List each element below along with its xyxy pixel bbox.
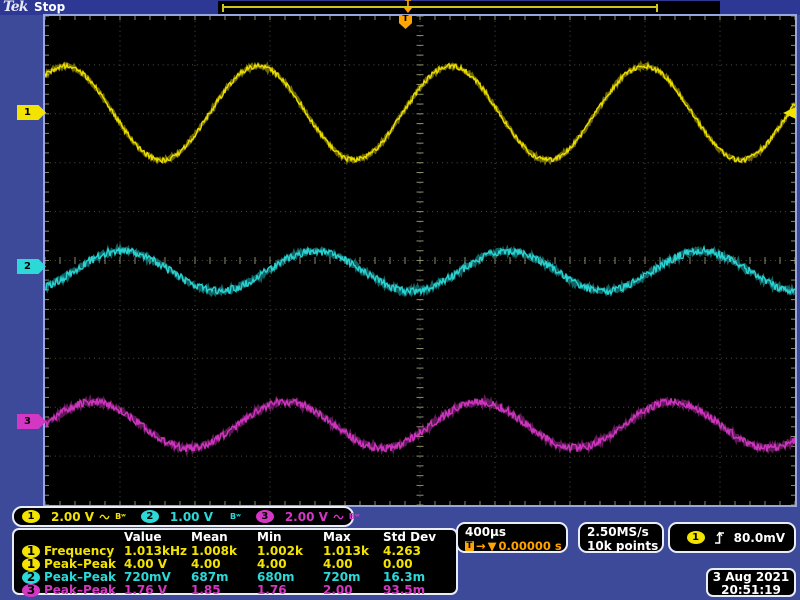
record-view-strip[interactable]: T <box>218 0 720 14</box>
measurement-row-ch3-peakpeak: 3 Peak–Peak 1.76 V 1.85 1.76 2.00 93.5m <box>20 583 456 597</box>
bandwidth-icon: Bʷ <box>115 511 126 521</box>
datetime-box: 3 Aug 2021 20:51:19 <box>706 568 796 597</box>
bandwidth-icon: Bʷ <box>229 511 241 521</box>
oscilloscope-screen: Tek Stop T T 1 2 3 1 2.00 V Bʷ 2 1.00 V … <box>0 0 800 600</box>
measurement-table: Value Mean Min Max Std Dev 1 Frequency 1.… <box>12 528 458 597</box>
ch1-ground-marker[interactable]: 1 <box>17 105 46 120</box>
arrow-right-icon: → <box>476 539 486 553</box>
acquisition-settings-box[interactable]: 2.50MS/s 10k points <box>578 522 664 553</box>
bandwidth-icon: Bʷ <box>348 511 360 521</box>
ch1-badge: 1 <box>22 544 40 558</box>
waveform-display-area <box>43 14 797 507</box>
sine-icon <box>99 512 110 522</box>
waveform-svg <box>45 16 795 505</box>
record-length: 10k points <box>587 539 659 553</box>
trigger-settings-box[interactable]: 1 80.0mV <box>668 522 796 553</box>
time-per-div: 400µs <box>465 525 507 539</box>
ch2-badge[interactable]: 2 <box>140 510 159 523</box>
acquisition-status: Stop <box>34 0 66 14</box>
triangle-down-icon: ▼ <box>487 539 497 553</box>
ch3-ground-marker[interactable]: 3 <box>17 414 46 429</box>
ch3-badge: 3 <box>22 583 40 597</box>
measurement-header-row: Value Mean Min Max Std Dev <box>124 530 437 544</box>
rising-edge-icon <box>714 530 725 545</box>
record-window-left-bracket <box>222 4 224 12</box>
trigger-t-icon: T <box>465 541 474 551</box>
top-status-bar: Tek Stop T <box>0 0 800 15</box>
record-window-indicator <box>222 4 658 12</box>
time-label: 20:51:19 <box>721 583 781 597</box>
ch3-badge[interactable]: 3 <box>255 510 274 523</box>
measurement-row-ch1-peakpeak: 1 Peak–Peak 4.00 V 4.00 4.00 4.00 0.00 <box>20 557 456 571</box>
record-window-right-bracket <box>656 4 658 12</box>
measurement-row-ch1-frequency: 1 Frequency 1.013kHz 1.008k 1.002k 1.013k 4… <box>20 544 456 558</box>
sample-rate: 2.50MS/s <box>587 525 649 539</box>
measurement-row-ch2-peakpeak: 2 Peak–Peak 720mV 687m 680m 720m 16.3m <box>20 570 456 584</box>
ch2-ground-marker[interactable]: 2 <box>17 259 46 274</box>
ch1-scale: 2.00 V <box>51 509 95 524</box>
record-window-bar <box>222 6 658 8</box>
trigger-level: 80.0mV <box>733 530 785 545</box>
sine-icon <box>333 512 344 522</box>
ch1-badge[interactable]: 1 <box>22 510 40 523</box>
trigger-source-badge: 1 <box>686 531 705 544</box>
record-trigger-position-icon: T <box>402 0 414 14</box>
ch3-scale: 2.00 V <box>284 509 328 524</box>
tek-logo: Tek <box>3 0 28 15</box>
trigger-position-readout: T → ▼ 0.00000 s <box>465 539 562 553</box>
channel-readout-bar: 1 2.00 V Bʷ 2 1.00 V Bʷ 3 2.00 V Bʷ <box>12 506 360 527</box>
horizontal-settings-box[interactable]: 400µs T → ▼ 0.00000 s <box>456 522 568 553</box>
ch2-scale: 1.00 V <box>169 509 213 524</box>
ch1-badge: 1 <box>22 557 40 571</box>
ch2-badge: 2 <box>22 570 40 584</box>
